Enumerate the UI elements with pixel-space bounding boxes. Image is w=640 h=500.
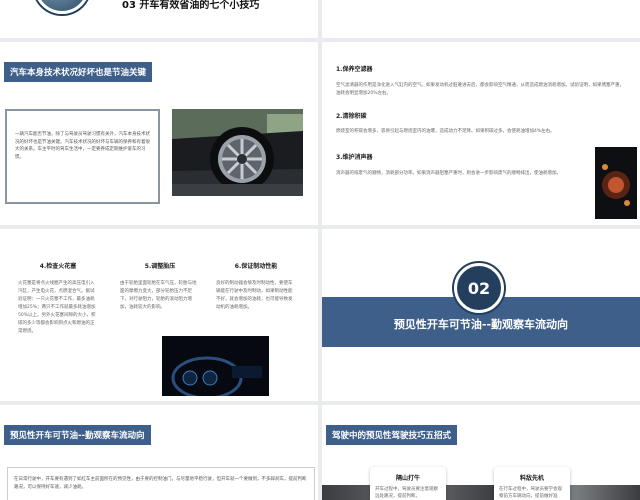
section-tag: 汽车本身技术状况好坏也是节油关键 [4,62,153,82]
car-wheel-photo [172,109,303,196]
tip-heading: 5.调整胎压 [144,263,176,270]
photo-circle [34,0,90,14]
text-frame: 一辆汽车能否节油，除了与驾驶员驾驶习惯有关外，汽车本身技术状况的好坏也是节油关键… [5,109,160,204]
card-text: 在行车过程中，驾驶员要学会观察前方车辆动向，提前做好准备。 [499,487,562,499]
tip-column: 4.检查火花塞 火花塞是将点火线圈产生的高压电引入汽缸，产生电火花，点燃混合气。… [18,261,98,336]
item-text: 空气滤清器的作用是净化进入气缸内的空气。如果发动机过脏难进去后，都会影响空气精通… [336,83,624,96]
item-heading: 2.清除积碳 [336,113,367,120]
slide-tips-header[interactable]: 03 开车有效省油的七个小技巧 [0,0,318,38]
tip-column: 6.保证制动性能 良好的制动器会够及时制动性，要使车辆能在行驶中及时制动，如果制… [216,261,296,312]
slide-traffic-observe[interactable]: 预见性开车可节油--勤观察车流动向 在日常行驶中，开车要有遇到了如红车主前面所在… [0,405,318,500]
item-text: 消声器的排废气的顺畅，消耗部分功率。如果消声器阻塞严重时，则会进一步影响废气的顺… [336,171,561,176]
item-heading: 1.保养空滤器 [336,66,373,73]
item-heading: 3.维护消声器 [336,154,373,161]
section-tag: 驾驶中的预见性驾驶技巧五招式 [326,425,458,445]
body-text: 在日常行驶中，开车要有遇到了如红车主前面所在的预见性，由于要的控制油门，与尽量地… [14,477,307,490]
item-text: 燃烧室的积碳会增多，容易引起与燃烧室内的油爆，造成动力不足降。如果积碳过多，会使… [336,129,555,134]
card-text: 开车过程中，驾驶员要注意观察远处路况，提前判断。 [375,487,438,499]
slide-maintenance-list[interactable]: 1.保养空滤器 空气滤清器的作用是净化进入气缸内的空气。如果发动机过脏难进去后，… [322,42,640,225]
slide-five-techniques[interactable]: 驾驶中的预见性驾驶技巧五招式 隔山打牛 开车过程中，驾驶员要注意观察远处路况，提… [322,405,640,500]
text-frame: 在日常行驶中，开车要有遇到了如红车主前面所在的预见性，由于要的控制油门，与尽量地… [7,467,315,500]
section-number: 02 [454,263,504,313]
tip-text: 由于轮胎里面轮胎在车气压，轮胎与地面的摩擦力变大，部分轮胎压力不足下，对行驶阻力… [120,281,197,310]
card-heading: 料敌先机 [519,475,544,482]
section-tag: 预见性开车可节油--勤观察车流动向 [4,425,151,445]
dashboard-photo [162,336,269,396]
slide-blank[interactable] [322,0,640,38]
tip-heading: 4.检查火花塞 [39,263,77,270]
engine-photo [595,147,637,219]
slide-title: 03 开车有效省油的七个小技巧 [122,0,260,11]
section-title: 预见性开车可节油--勤观察车流动向 [393,318,569,331]
technique-card: 料敌先机 在行车过程中，驾驶员要学会观察前方车辆动向，提前做好准备。 [494,467,570,500]
technique-card: 隔山打牛 开车过程中，驾驶员要注意观察远处路况，提前判断。 [370,467,446,500]
slide-vehicle-condition[interactable]: 汽车本身技术状况好坏也是节油关键 一辆汽车能否节油，除了与驾驶员驾驶习惯有关外，… [0,42,318,225]
card-heading: 隔山打牛 [395,475,420,482]
tip-text: 火花塞是将点火线圈产生的高压电引入汽缸，产生电火花，点燃混合气。据试验证明：一只… [18,281,96,334]
slide-three-tips[interactable]: 4.检查火花塞 火花塞是将点火线圈产生的高压电引入汽缸，产生电火花，点燃混合气。… [0,229,318,401]
slide-section-02[interactable]: 02 预见性开车可节油--勤观察车流动向 [322,229,640,401]
tip-column: 5.调整胎压 由于轮胎里面轮胎在车气压，轮胎与地面的摩擦力变大，部分轮胎压力不足… [120,261,200,312]
tip-heading: 6.保证制动性能 [234,263,278,270]
body-text: 一辆汽车能否节油，除了与驾驶员驾驶习惯有关外，汽车本身技术状况的好坏也是节油关键… [15,132,150,160]
tip-text: 良好的制动器会够及时制动性，要使车辆能在行驶中及时制动，如果制动性能不好，就会增… [216,281,293,310]
